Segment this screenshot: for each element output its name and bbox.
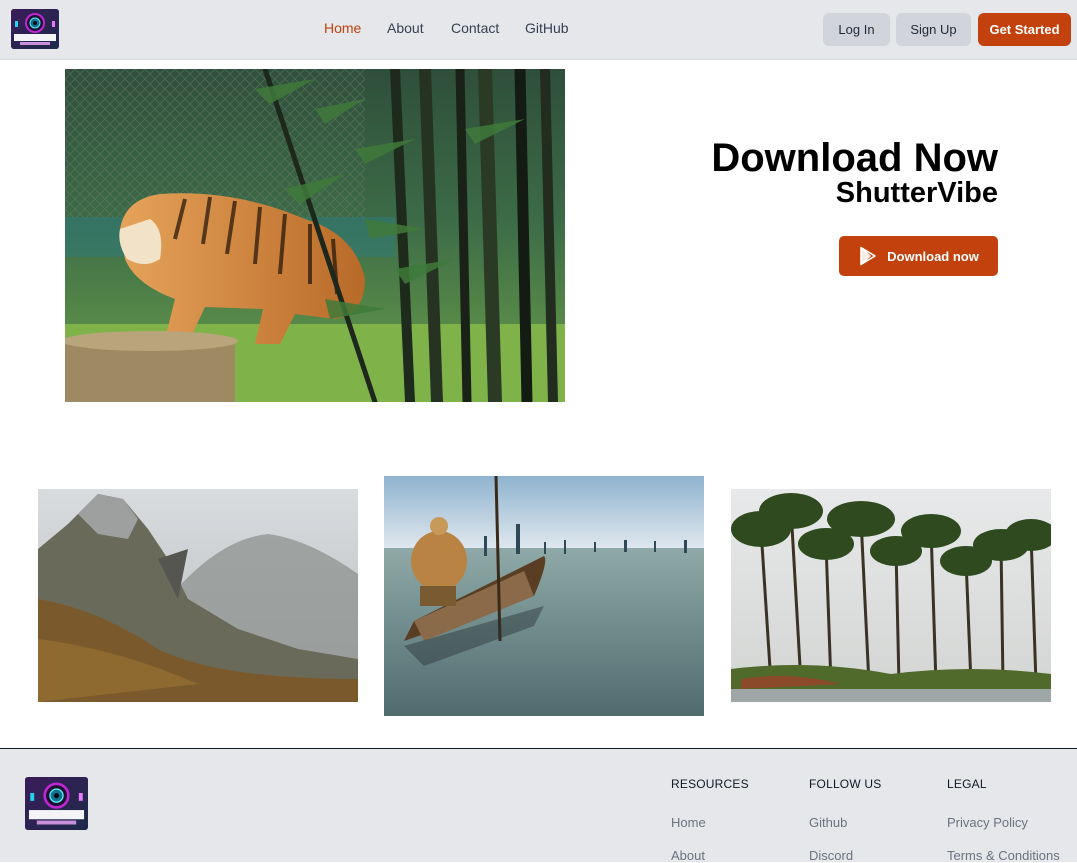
camera-lens-icon	[11, 9, 59, 49]
brand-logo[interactable]	[11, 9, 59, 49]
nav-link-github[interactable]: GitHub	[525, 20, 569, 36]
nav-link-contact[interactable]: Contact	[451, 20, 499, 36]
gallery-image-mountains	[38, 489, 358, 702]
footer-col-resources: RESOURCES	[671, 777, 749, 791]
footer-link-privacy[interactable]: Privacy Policy	[947, 815, 1028, 830]
top-navbar: Home About Contact GitHub Log In Sign Up…	[0, 0, 1077, 60]
hero-tiger-image	[65, 69, 565, 402]
download-now-button[interactable]: Download now	[839, 236, 998, 276]
camera-lens-icon	[25, 777, 88, 830]
footer-col-follow: FOLLOW US	[809, 777, 881, 791]
download-now-label: Download now	[887, 248, 979, 264]
gallery-image-palms	[731, 489, 1051, 702]
footer-col-legal: LEGAL	[947, 777, 987, 791]
footer-link-discord[interactable]: Discord	[809, 848, 853, 863]
nav-link-home[interactable]: Home	[324, 20, 361, 36]
get-started-button[interactable]: Get Started	[978, 13, 1071, 46]
login-button[interactable]: Log In	[823, 13, 890, 46]
nav-link-about[interactable]: About	[387, 20, 424, 36]
footer-link-terms[interactable]: Terms & Conditions	[947, 848, 1060, 863]
signup-button[interactable]: Sign Up	[896, 13, 971, 46]
footer-link-about[interactable]: About	[671, 848, 705, 863]
footer-heading: LEGAL	[947, 777, 987, 791]
footer-brand-logo[interactable]	[25, 777, 88, 830]
footer-link-home[interactable]: Home	[671, 815, 706, 830]
footer-link-github[interactable]: Github	[809, 815, 847, 830]
gallery-image-boat	[384, 476, 704, 716]
hero-title: Download Now	[711, 136, 998, 180]
footer-heading: RESOURCES	[671, 777, 749, 791]
site-footer	[0, 748, 1077, 862]
footer-heading: FOLLOW US	[809, 777, 882, 791]
play-store-icon	[860, 246, 876, 266]
hero-subtitle: ShutterVibe	[835, 177, 998, 209]
